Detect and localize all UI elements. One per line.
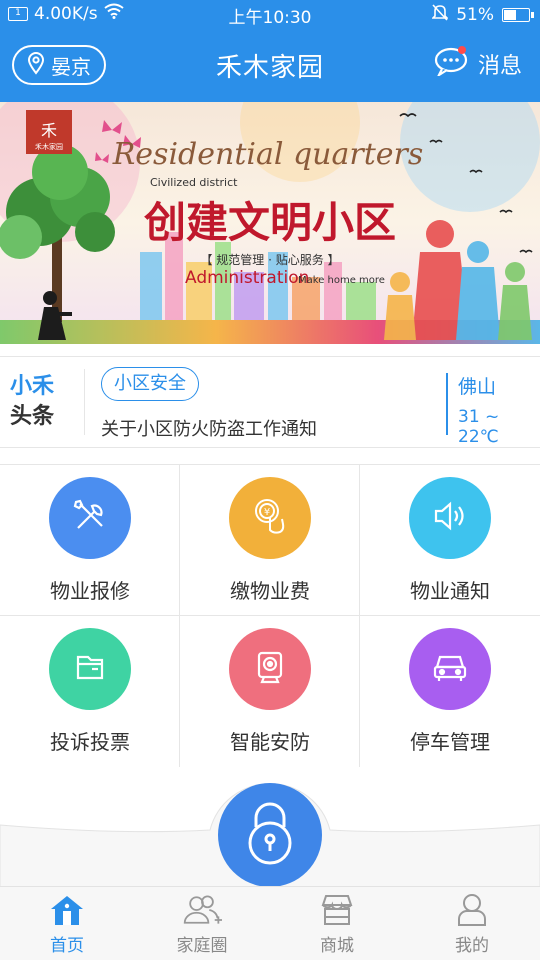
news-headline[interactable]: 关于小区防火防盗工作通知	[101, 415, 317, 441]
svg-text:创建文明小区: 创建文明小区	[144, 198, 396, 247]
headline-logo: 小禾 头条	[10, 371, 70, 431]
profile-icon	[452, 891, 492, 929]
tab-home-label: 首页	[50, 936, 84, 956]
bottom-tab-bar: 首页 家庭圈 商城 我的	[0, 886, 540, 960]
service-notice-circle	[409, 477, 491, 559]
service-repair-label: 物业报修	[50, 579, 130, 603]
tab-family-circle[interactable]: 家庭圈	[157, 891, 247, 956]
svg-text:Make home more: Make home more	[298, 275, 385, 286]
promo-banner[interactable]: 禾 禾木家园 Residential quarters Civilized di…	[0, 102, 540, 344]
service-complaint[interactable]: 投诉投票	[0, 616, 180, 767]
divider	[84, 369, 85, 435]
wrench-screwdriver-icon	[70, 496, 110, 540]
service-parking-label: 停车管理	[410, 730, 490, 754]
messages-label: 消息	[477, 54, 522, 79]
app-header: 晏京 禾木家园 消息	[0, 28, 540, 102]
service-fee-circle: ¥	[229, 477, 311, 559]
service-complaint-label: 投诉投票	[50, 730, 130, 754]
car-icon	[430, 647, 470, 691]
svg-text:Administration: Administration	[185, 268, 309, 288]
coin-tap-icon: ¥	[250, 496, 290, 540]
service-complaint-circle	[49, 628, 131, 710]
service-parking-circle	[409, 628, 491, 710]
service-security-label: 智能安防	[230, 730, 310, 754]
tab-profile-label: 我的	[455, 936, 489, 956]
folder-icon	[70, 647, 110, 691]
headline-logo-line1: 小禾	[10, 373, 55, 399]
banner-illustration: 禾 禾木家园 Residential quarters Civilized di…	[0, 102, 540, 344]
unread-dot	[457, 46, 466, 54]
padlock-icon	[241, 801, 299, 869]
home-icon	[47, 891, 87, 929]
weather-city: 佛山	[458, 376, 497, 398]
service-security[interactable]: 智能安防	[180, 616, 360, 767]
service-fee-label: 缴物业费	[230, 579, 310, 603]
svg-text:禾: 禾	[41, 121, 57, 140]
speaker-icon	[430, 496, 470, 540]
shop-icon	[317, 891, 357, 929]
tab-shop[interactable]: 商城	[292, 891, 382, 956]
news-category-badge: 小区安全	[101, 367, 199, 401]
mute-bell-icon	[431, 3, 450, 26]
headline-strip[interactable]: 小禾 头条 小区安全 关于小区防火防盗工作通知 佛山 31 ~ 22℃	[0, 356, 540, 448]
tab-shop-label: 商城	[320, 936, 354, 956]
service-security-circle	[229, 628, 311, 710]
service-repair-circle	[49, 477, 131, 559]
family-icon	[182, 891, 222, 929]
svg-text:Civilized district: Civilized district	[150, 176, 238, 189]
camera-icon	[250, 647, 290, 691]
service-fee[interactable]: ¥ 缴物业费	[180, 465, 360, 616]
headline-logo-line2: 头条	[10, 403, 55, 429]
svg-text:禾木家园: 禾木家园	[35, 142, 63, 151]
tab-home[interactable]: 首页	[22, 891, 112, 956]
weather-temperature: 31 ~ 22℃	[458, 407, 500, 447]
chat-bubble-icon	[434, 46, 468, 82]
messages-button[interactable]: 消息	[434, 46, 522, 82]
svg-text:【 规范管理 · 贴心服务 】: 【 规范管理 · 贴心服务 】	[200, 252, 339, 267]
tab-profile[interactable]: 我的	[427, 891, 517, 956]
smart-lock-button[interactable]	[218, 783, 322, 887]
weather-widget[interactable]: 佛山 31 ~ 22℃	[446, 373, 540, 447]
svg-text:¥: ¥	[264, 507, 270, 518]
service-repair[interactable]: 物业报修	[0, 465, 180, 616]
service-notice-label: 物业通知	[410, 579, 490, 603]
services-grid: 物业报修 ¥ 缴物业费 物业通知 投诉投票 智能安防 停车管理	[0, 464, 540, 767]
battery-icon	[502, 7, 534, 22]
svg-text:Residential quarters: Residential quarters	[112, 137, 424, 172]
tab-family-circle-label: 家庭圈	[176, 936, 228, 956]
status-bar: 1 4.00K/s 上午10:30 51%	[0, 0, 540, 28]
service-parking[interactable]: 停车管理	[360, 616, 540, 767]
service-notice[interactable]: 物业通知	[360, 465, 540, 616]
battery-percent: 51%	[456, 4, 494, 25]
